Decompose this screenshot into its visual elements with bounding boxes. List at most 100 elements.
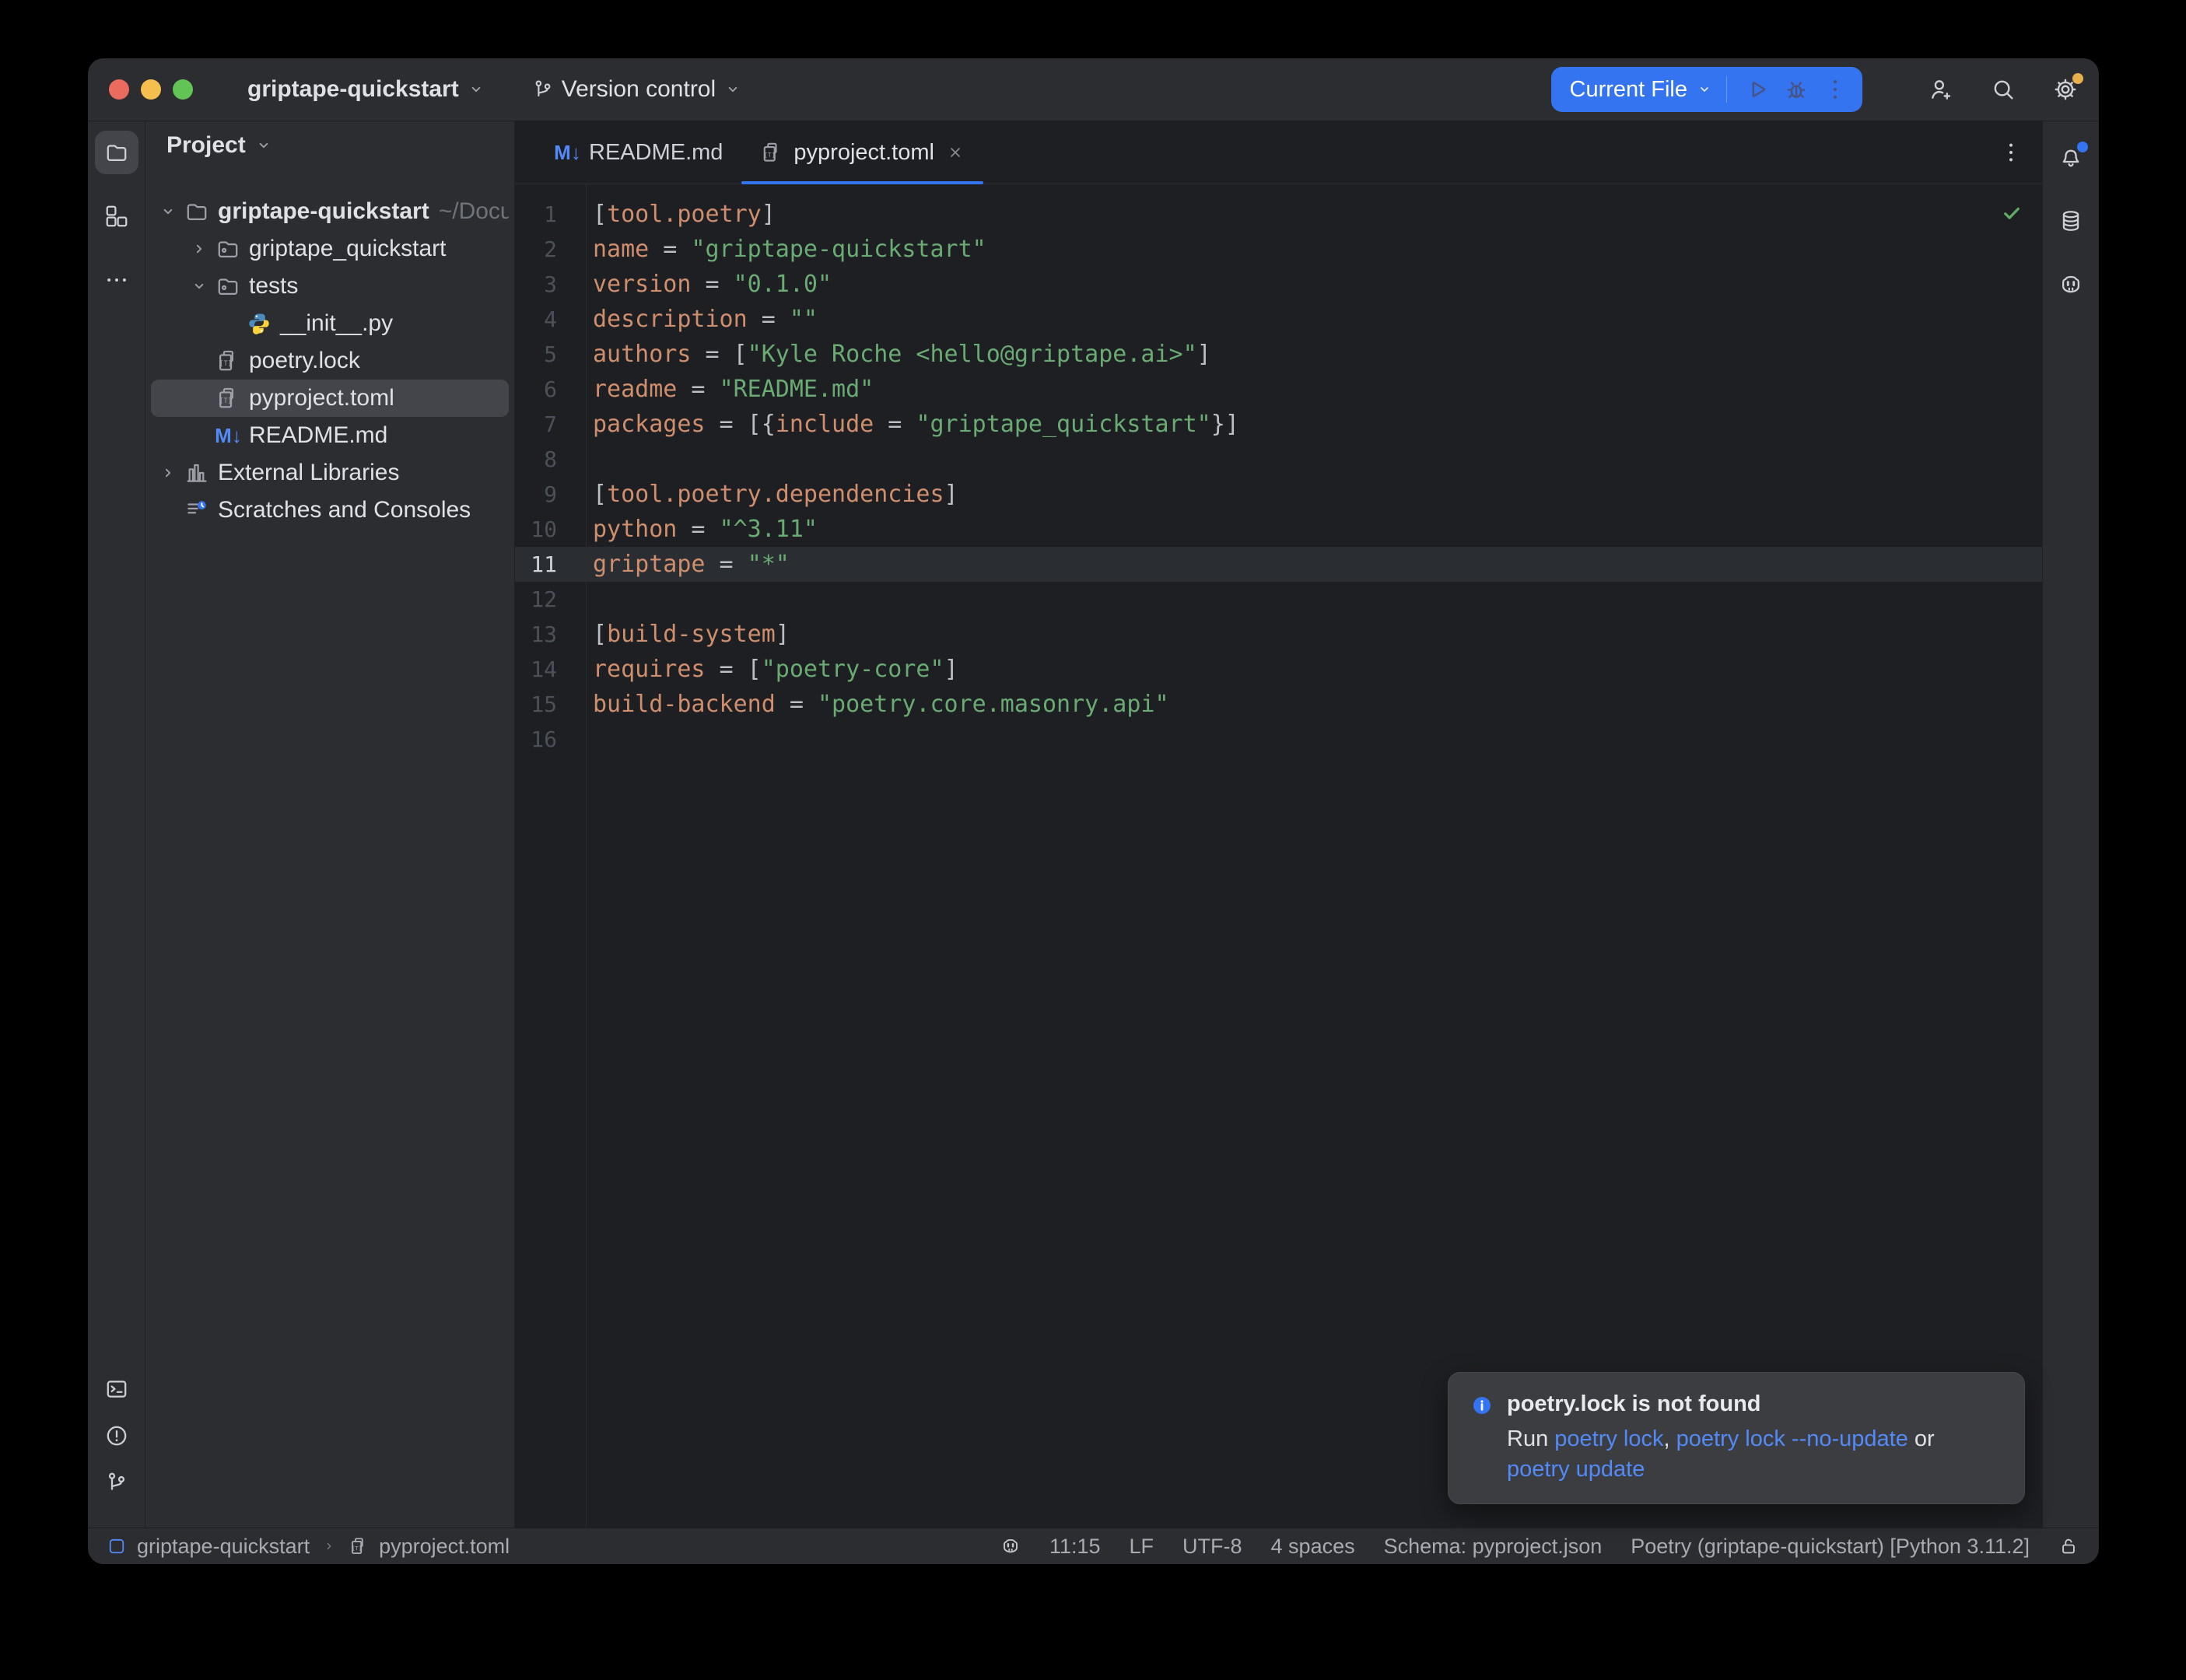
code-line-2[interactable]: 2name = "griptape-quickstart" xyxy=(515,232,2042,267)
tab-pyproject-toml[interactable]: [T]pyproject.toml xyxy=(741,121,983,184)
project-switcher[interactable]: griptape-quickstart xyxy=(238,68,496,111)
code-line-9[interactable]: 9[tool.poetry.dependencies] xyxy=(515,477,2042,512)
chevron-right-icon[interactable] xyxy=(158,463,184,483)
debug-button[interactable] xyxy=(1783,76,1809,103)
line-number: 6 xyxy=(515,372,586,407)
tree-item-poetry-lock[interactable]: [T]poetry.lock xyxy=(151,342,509,380)
breadcrumb-file[interactable]: [T]pyproject.toml xyxy=(349,1535,510,1559)
chevron-right-icon[interactable] xyxy=(189,239,215,259)
code-line-11[interactable]: 11griptape = "*" xyxy=(515,547,2042,582)
minimize-window-button[interactable] xyxy=(141,79,161,100)
database-icon xyxy=(2058,208,2083,233)
vcs-widget[interactable]: Version control xyxy=(522,68,752,111)
chevron-down-icon[interactable] xyxy=(189,276,215,296)
editor[interactable]: 1[tool.poetry]2name = "griptape-quicksta… xyxy=(515,184,2042,1528)
more-run-options-button[interactable] xyxy=(1822,76,1848,103)
tree-item-scratches-and-consoles[interactable]: Scratches and Consoles xyxy=(151,492,509,529)
folder-icon xyxy=(104,140,129,165)
line-number: 16 xyxy=(515,722,586,757)
editor-options-kebab-icon[interactable] xyxy=(1999,140,2023,165)
editor-column: M↓README.md[T]pyproject.toml 1[tool.poet… xyxy=(515,121,2042,1528)
left-tool-strip xyxy=(88,121,145,1528)
svg-text:[T]: [T] xyxy=(764,151,776,159)
tree-item-label: griptape-quickstart xyxy=(218,198,429,225)
line-number: 3 xyxy=(515,267,586,302)
tree-item-tests[interactable]: tests xyxy=(151,268,509,305)
line-separator[interactable]: LF xyxy=(1130,1535,1154,1559)
branch-icon xyxy=(104,1470,129,1495)
tree-item-griptape-quickstart[interactable]: griptape-quickstart ~/Docume xyxy=(151,193,509,230)
problems-tool-button[interactable] xyxy=(95,1414,138,1458)
code-text: name = "griptape-quickstart" xyxy=(586,232,986,267)
code-line-7[interactable]: 7packages = [{include = "griptape_quicks… xyxy=(515,407,2042,442)
code-line-1[interactable]: 1[tool.poetry] xyxy=(515,197,2042,232)
code-area[interactable]: 1[tool.poetry]2name = "griptape-quicksta… xyxy=(515,184,2042,1528)
scratches-icon xyxy=(184,498,209,523)
run-configuration-selector[interactable]: Current File xyxy=(1570,67,1715,112)
toml-icon: [T] xyxy=(215,386,240,411)
copilot-tool-button[interactable] xyxy=(2049,263,2093,306)
run-widget: Current File xyxy=(1551,67,1863,112)
folder-dot-icon xyxy=(215,274,240,299)
code-line-14[interactable]: 14requires = ["poetry-core"] xyxy=(515,652,2042,687)
chevron-spacer xyxy=(220,313,247,334)
more-tool-windows-button[interactable] xyxy=(95,258,138,302)
project-tool-button[interactable] xyxy=(95,131,138,174)
search-icon[interactable] xyxy=(1990,76,2016,103)
settings-gear-icon[interactable] xyxy=(2052,76,2079,103)
code-line-12[interactable]: 12 xyxy=(515,582,2042,617)
tree-item-readme-md[interactable]: M↓README.md xyxy=(151,417,509,454)
tree-item-griptape-quickstart[interactable]: griptape_quickstart xyxy=(151,230,509,268)
code-line-15[interactable]: 15build-backend = "poetry.core.masonry.a… xyxy=(515,687,2042,722)
tree-item-external-libraries[interactable]: External Libraries xyxy=(151,454,509,492)
line-number: 9 xyxy=(515,477,586,512)
notification-link[interactable]: poetry lock xyxy=(1554,1426,1663,1451)
inspections-ok-icon[interactable] xyxy=(2000,201,2023,225)
notifications-button[interactable] xyxy=(2049,135,2093,179)
library-icon xyxy=(184,460,209,485)
file-encoding[interactable]: UTF-8 xyxy=(1182,1535,1242,1559)
run-widget-divider xyxy=(1726,76,1727,103)
close-window-button[interactable] xyxy=(109,79,129,100)
notification-link[interactable]: poetry update xyxy=(1507,1457,1645,1482)
code-line-16[interactable]: 16 xyxy=(515,722,2042,757)
run-button[interactable] xyxy=(1744,76,1771,103)
status-widgets: 11:15 LF UTF-8 4 spaces Schema: pyproject.js… xyxy=(1000,1535,2079,1559)
structure-tool-button[interactable] xyxy=(95,194,138,238)
code-line-13[interactable]: 13[build-system] xyxy=(515,617,2042,652)
code-text: description = "" xyxy=(586,302,818,337)
tree-item-path: ~/Docume xyxy=(439,198,509,225)
info-icon xyxy=(1470,1394,1494,1417)
breadcrumb-project[interactable]: griptape-quickstart xyxy=(107,1535,310,1559)
terminal-tool-button[interactable] xyxy=(95,1367,138,1411)
project-panel-header[interactable]: Project xyxy=(145,121,514,170)
tree-item-label: poetry.lock xyxy=(249,348,360,374)
readonly-toggle[interactable] xyxy=(2058,1536,2079,1556)
code-text: packages = [{include = "griptape_quickst… xyxy=(586,407,1239,442)
code-line-3[interactable]: 3version = "0.1.0" xyxy=(515,267,2042,302)
database-tool-button[interactable] xyxy=(2049,199,2093,243)
code-line-6[interactable]: 6readme = "README.md" xyxy=(515,372,2042,407)
version-control-tool-button[interactable] xyxy=(95,1461,138,1504)
python-interpreter[interactable]: Poetry (griptape-quickstart) [Python 3.1… xyxy=(1631,1535,2030,1559)
tab-readme-md[interactable]: M↓README.md xyxy=(537,121,741,184)
code-line-5[interactable]: 5authors = ["Kyle Roche <hello@griptape.… xyxy=(515,337,2042,372)
indent-style[interactable]: 4 spaces xyxy=(1271,1535,1355,1559)
zoom-window-button[interactable] xyxy=(173,79,193,100)
tree-item-pyproject-toml[interactable]: [T]pyproject.toml xyxy=(151,380,509,417)
chevron-down-icon[interactable] xyxy=(158,201,184,222)
code-line-8[interactable]: 8 xyxy=(515,442,2042,477)
close-tab-icon[interactable] xyxy=(946,143,965,162)
code-line-10[interactable]: 10python = "^3.11" xyxy=(515,512,2042,547)
code-text xyxy=(586,582,593,617)
folder-dot-icon xyxy=(215,236,240,261)
vcs-widget-label: Version control xyxy=(562,76,716,103)
tree-item--init-py[interactable]: __init__.py xyxy=(151,305,509,342)
tree-item-label: README.md xyxy=(249,422,387,449)
json-schema[interactable]: Schema: pyproject.json xyxy=(1384,1535,1603,1559)
copilot-status-icon[interactable] xyxy=(1000,1536,1021,1556)
notification-link[interactable]: poetry lock --no-update xyxy=(1676,1426,1908,1451)
add-user-icon[interactable] xyxy=(1928,76,1954,103)
cursor-position[interactable]: 11:15 xyxy=(1049,1535,1101,1559)
code-line-4[interactable]: 4description = "" xyxy=(515,302,2042,337)
